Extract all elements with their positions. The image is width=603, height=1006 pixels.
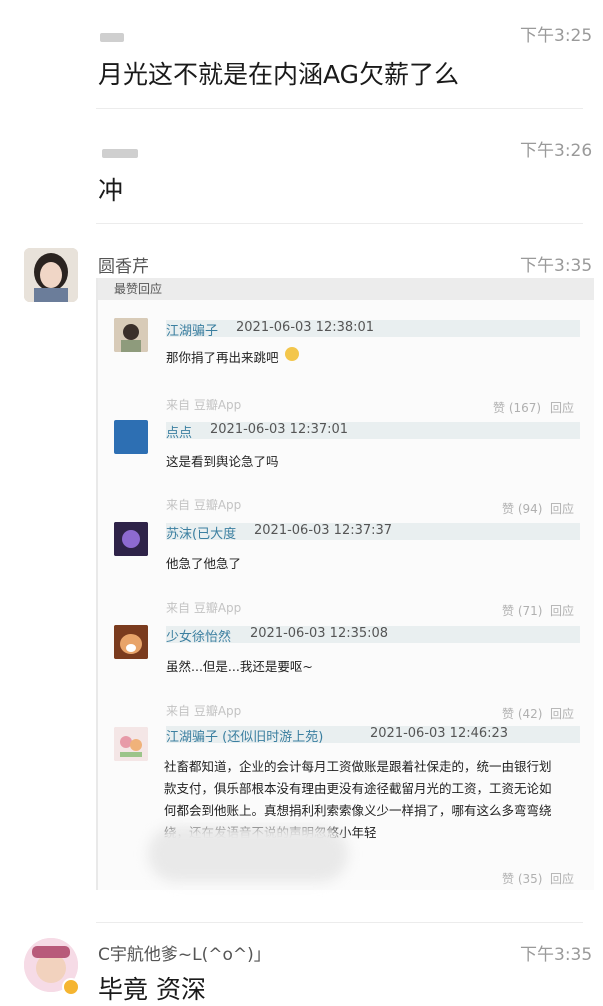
commenter-avatar bbox=[114, 420, 148, 454]
comment-text: 虽然...但是...我还是要呕~ bbox=[166, 659, 313, 674]
commenter-name: 江湖骗子 bbox=[166, 324, 219, 339]
avatar[interactable] bbox=[24, 248, 78, 302]
blurred-author-name bbox=[100, 33, 124, 42]
message-text: 月光这不就是在内涵AG欠薪了么 bbox=[98, 60, 460, 89]
like-count: 赞 (35) bbox=[502, 872, 543, 886]
message-text: 毕竟 资深 bbox=[98, 975, 206, 1004]
avatar-character-icon bbox=[114, 522, 148, 556]
comment-text-line: 社畜都知道，企业的会计每月工资做账是跟着社保走的，统一由银行划 bbox=[164, 759, 552, 774]
message-text: 冲 bbox=[98, 176, 124, 205]
reply-link: 回应 bbox=[550, 604, 575, 618]
message-time: 下午3:35 bbox=[520, 945, 593, 965]
message-time: 下午3:25 bbox=[520, 26, 593, 46]
like-count: 赞 (167) bbox=[493, 401, 542, 415]
verified-badge-icon bbox=[62, 978, 80, 996]
comment-date: 2021-06-03 12:37:37 bbox=[254, 523, 393, 538]
message-time: 下午3:35 bbox=[520, 256, 593, 276]
comment-text: 那你捐了再出来跳吧 bbox=[166, 350, 279, 365]
emoji-icon bbox=[285, 347, 299, 361]
comment-date: 2021-06-03 12:35:08 bbox=[250, 626, 389, 641]
comment-text: 他急了他急了 bbox=[166, 556, 242, 571]
commenter-name: 江湖骗子 (还似旧时游上苑) bbox=[166, 730, 324, 745]
like-count: 赞 (42) bbox=[502, 707, 543, 721]
avatar-girl-icon bbox=[24, 248, 78, 302]
comment-source: 来自 豆瓣App bbox=[166, 601, 242, 615]
message-time: 下午3:26 bbox=[520, 141, 593, 161]
comment-text-line: 何都会到他账上。真想捐利利索索像义少一样捐了，哪有这么多弯弯绕 bbox=[164, 803, 552, 818]
commenter-name: 点点 bbox=[166, 426, 193, 441]
comment-text: 这是看到舆论急了吗 bbox=[166, 454, 279, 469]
comment-source: 来自 豆瓣App bbox=[166, 398, 242, 412]
like-count: 赞 (71) bbox=[502, 604, 543, 618]
blurred-author-name bbox=[102, 149, 138, 158]
message-divider bbox=[96, 922, 583, 923]
blur-overlay bbox=[148, 826, 348, 882]
commenter-avatar bbox=[114, 318, 148, 352]
commenter-avatar bbox=[114, 522, 148, 556]
reply-link: 回应 bbox=[550, 707, 575, 721]
commenter-avatar bbox=[114, 625, 148, 659]
commenter-name: 苏沫(已大度 bbox=[166, 527, 237, 542]
shared-screenshot-image[interactable]: 最赞回应 江湖骗子 2021-06-03 12:38:01 那你捐了再出来跳吧 … bbox=[96, 278, 594, 890]
author-name[interactable]: C宇航他爹~L(^o^)」 bbox=[98, 940, 271, 965]
message-divider bbox=[96, 108, 583, 109]
avatar-person-icon bbox=[114, 318, 148, 352]
reply-link: 回应 bbox=[550, 872, 575, 886]
author-name[interactable]: 圆香芹 bbox=[98, 252, 149, 277]
comment-date: 2021-06-03 12:46:23 bbox=[370, 726, 509, 741]
comment-date: 2021-06-03 12:38:01 bbox=[236, 320, 375, 335]
commenter-name: 少女徐怡然 bbox=[166, 630, 232, 645]
card-header: 最赞回应 bbox=[98, 278, 594, 300]
comment-date: 2021-06-03 12:37:01 bbox=[210, 422, 349, 437]
reply-link: 回应 bbox=[550, 401, 575, 415]
commenter-avatar bbox=[114, 727, 148, 761]
message-divider bbox=[96, 223, 583, 224]
like-count: 赞 (94) bbox=[502, 502, 543, 516]
avatar-flower-icon bbox=[114, 727, 148, 761]
comment-source: 来自 豆瓣App bbox=[166, 498, 242, 512]
comment-text-line: 款支付，俱乐部根本没有理由更没有途径截留月光的工资，工资无论如 bbox=[164, 781, 552, 796]
avatar-dog-icon bbox=[114, 625, 148, 659]
reply-link: 回应 bbox=[550, 502, 575, 516]
comment-source: 来自 豆瓣App bbox=[166, 704, 242, 718]
